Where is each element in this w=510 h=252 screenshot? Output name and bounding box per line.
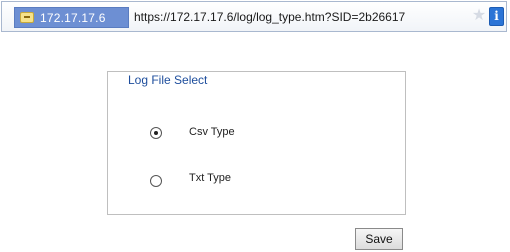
- save-button[interactable]: Save: [355, 228, 403, 250]
- star-icon[interactable]: ★: [471, 8, 487, 24]
- log-file-select-group: [107, 71, 406, 215]
- csv-type-label[interactable]: Csv Type: [189, 126, 235, 138]
- site-host: 172.17.17.6: [40, 11, 106, 25]
- site-identity-badge[interactable]: 172.17.17.6: [14, 7, 129, 28]
- site-icon: [20, 12, 34, 23]
- txt-type-label[interactable]: Txt Type: [189, 172, 231, 184]
- browser-address-bar[interactable]: 172.17.17.6 https://172.17.17.6/log/log_…: [1, 1, 507, 32]
- url-field[interactable]: https://172.17.17.6/log/log_type.htm?SID…: [134, 10, 470, 24]
- info-icon[interactable]: i: [489, 7, 504, 26]
- txt-type-radio[interactable]: [150, 175, 162, 187]
- log-file-select-legend: Log File Select: [124, 73, 212, 87]
- csv-type-radio[interactable]: [150, 127, 162, 139]
